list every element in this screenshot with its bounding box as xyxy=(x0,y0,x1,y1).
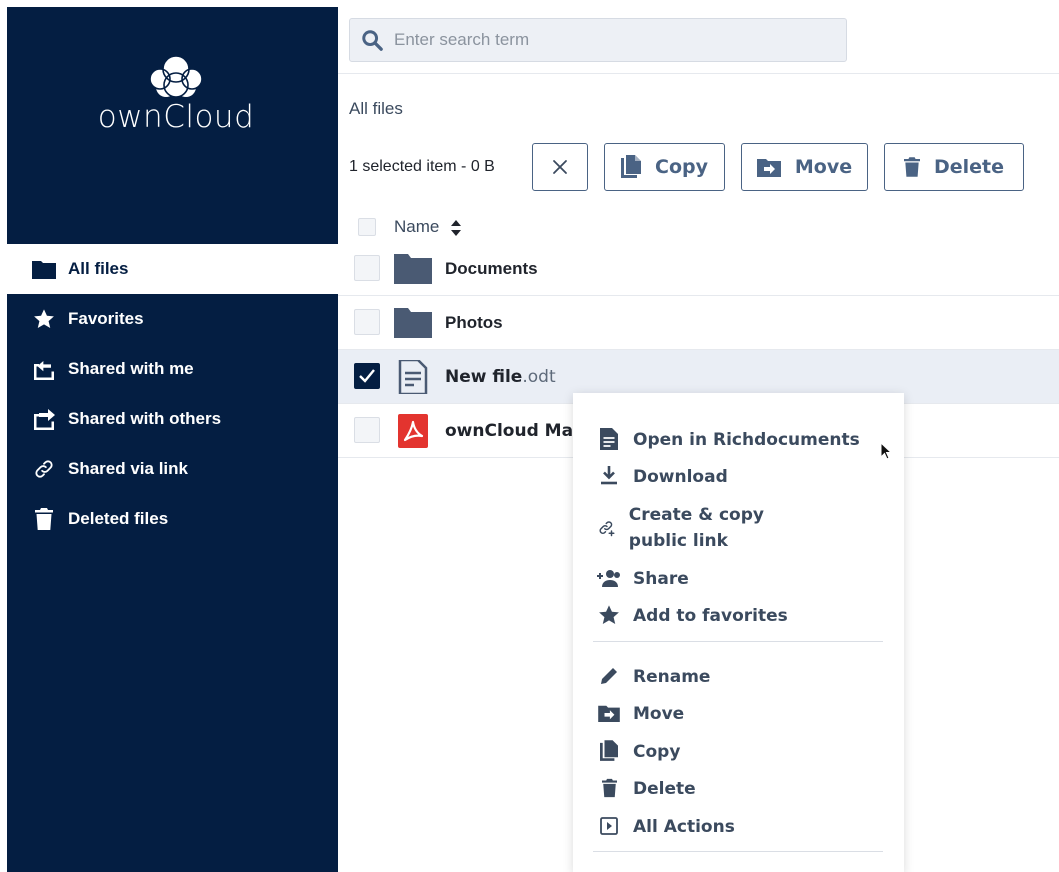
menu-item-label: All Actions xyxy=(633,817,735,837)
sidebar-item-shared-via-link[interactable]: Shared via link xyxy=(7,444,338,494)
share-out-icon xyxy=(32,407,56,431)
sidebar-item-label: Favorites xyxy=(68,309,144,328)
pencil-icon xyxy=(597,664,621,688)
menu-item-add-to-favorites[interactable]: Add to favorites xyxy=(597,603,788,629)
owncloud-logo[interactable]: ownCloud xyxy=(96,49,256,139)
menu-item-label: Share xyxy=(633,569,689,589)
delete-button-label: Delete xyxy=(933,156,1005,178)
checkmark-icon xyxy=(359,369,375,383)
sidebar-item-label: All files xyxy=(68,259,129,278)
sidebar-item-label: Shared with others xyxy=(68,409,222,428)
menu-item-label: Rename xyxy=(633,667,711,687)
folder-icon xyxy=(394,252,434,286)
row-checkbox[interactable] xyxy=(354,255,380,281)
close-icon xyxy=(552,159,568,175)
logo-text: ownCloud xyxy=(97,99,255,135)
menu-divider xyxy=(593,641,883,642)
sidebar-item-all-files[interactable]: All files xyxy=(7,244,338,294)
folder-move-icon xyxy=(756,157,781,177)
row-checkbox[interactable] xyxy=(354,417,380,443)
menu-item-label: Add to favorites xyxy=(633,606,788,626)
sidebar-item-label: Shared with me xyxy=(68,359,194,378)
menu-item-label: Copy xyxy=(633,742,681,762)
context-menu: Open in Richdocuments Download Create & … xyxy=(573,393,904,872)
file-name-base: New file xyxy=(445,367,523,387)
menu-item-label: Download xyxy=(633,467,728,487)
menu-item-share[interactable]: Share xyxy=(597,566,689,592)
menu-item-download[interactable]: Download xyxy=(597,464,728,490)
menu-item-label: Move xyxy=(633,704,685,724)
pdf-icon xyxy=(394,414,434,448)
mouse-cursor-icon xyxy=(880,441,893,465)
trash-icon xyxy=(597,776,621,800)
menu-item-rename[interactable]: Rename xyxy=(597,664,710,690)
copy-button-label: Copy xyxy=(655,156,708,178)
table-row[interactable]: Photos xyxy=(338,296,1059,350)
download-icon xyxy=(597,464,621,488)
document-icon xyxy=(394,358,434,396)
copy-icon xyxy=(597,739,621,763)
sidebar-item-label: Shared via link xyxy=(68,459,188,478)
selection-info: 1 selected item - 0 B xyxy=(349,158,495,175)
folder-icon xyxy=(394,306,434,340)
menu-item-create-copy-public-link[interactable]: Create & copy public link xyxy=(597,502,827,554)
link-add-icon xyxy=(597,516,617,540)
copy-button[interactable]: Copy xyxy=(604,143,725,191)
sidebar-item-label: Deleted files xyxy=(68,509,169,528)
menu-item-copy[interactable]: Copy xyxy=(597,739,680,765)
clear-selection-button[interactable] xyxy=(532,143,588,191)
header-divider xyxy=(338,73,1059,74)
star-icon xyxy=(32,307,56,331)
menu-item-label: Delete xyxy=(633,779,696,799)
menu-item-delete[interactable]: Delete xyxy=(597,776,696,802)
menu-item-move[interactable]: Move xyxy=(597,701,684,727)
sort-icon[interactable] xyxy=(451,220,461,241)
select-all-checkbox[interactable] xyxy=(358,218,376,236)
sidebar-item-shared-with-others[interactable]: Shared with others xyxy=(7,394,338,444)
search-input[interactable] xyxy=(394,19,834,61)
menu-divider xyxy=(593,851,883,852)
menu-item-all-actions[interactable]: All Actions xyxy=(597,814,735,840)
file-extension: .odt xyxy=(522,367,556,387)
menu-item-open-in-richdocuments[interactable]: Open in Richdocuments xyxy=(597,427,860,453)
sidebar-item-deleted-files[interactable]: Deleted files xyxy=(7,494,338,544)
file-name[interactable]: Documents xyxy=(445,259,538,279)
document-icon xyxy=(597,427,621,451)
delete-button[interactable]: Delete xyxy=(884,143,1024,191)
cloud-logo-icon xyxy=(149,55,203,98)
row-checkbox[interactable] xyxy=(354,309,380,335)
search-box xyxy=(349,18,847,62)
actions-icon xyxy=(597,814,621,838)
sidebar-item-shared-with-me[interactable]: Shared with me xyxy=(7,344,338,394)
file-name[interactable]: Photos xyxy=(445,313,503,333)
name-column-header[interactable]: Name xyxy=(394,217,439,237)
trash-icon xyxy=(32,507,56,531)
move-button-label: Move xyxy=(794,156,853,178)
menu-item-label: Create & copy public link xyxy=(628,505,764,551)
copy-icon xyxy=(621,155,641,179)
user-add-icon xyxy=(597,566,621,590)
table-header: Name xyxy=(338,212,1059,244)
sidebar: ownCloud All files Favorites Shared with… xyxy=(7,7,338,872)
file-name[interactable]: ownCloud Ma xyxy=(445,421,573,441)
menu-item-label: Open in Richdocuments xyxy=(633,430,860,450)
move-button[interactable]: Move xyxy=(741,143,868,191)
sidebar-item-favorites[interactable]: Favorites xyxy=(7,294,338,344)
file-name[interactable]: New file.odt xyxy=(445,367,556,387)
star-icon xyxy=(597,603,621,627)
folder-move-icon xyxy=(597,701,621,725)
folder-icon xyxy=(32,257,56,281)
sidebar-nav: All files Favorites Shared with me Share… xyxy=(7,244,338,544)
table-row[interactable]: Documents xyxy=(338,242,1059,296)
link-icon xyxy=(32,457,56,481)
trash-icon xyxy=(903,156,920,178)
row-checkbox[interactable] xyxy=(354,363,380,389)
breadcrumb[interactable]: All files xyxy=(349,99,403,119)
share-in-icon xyxy=(32,357,56,381)
search-icon[interactable] xyxy=(361,29,383,56)
